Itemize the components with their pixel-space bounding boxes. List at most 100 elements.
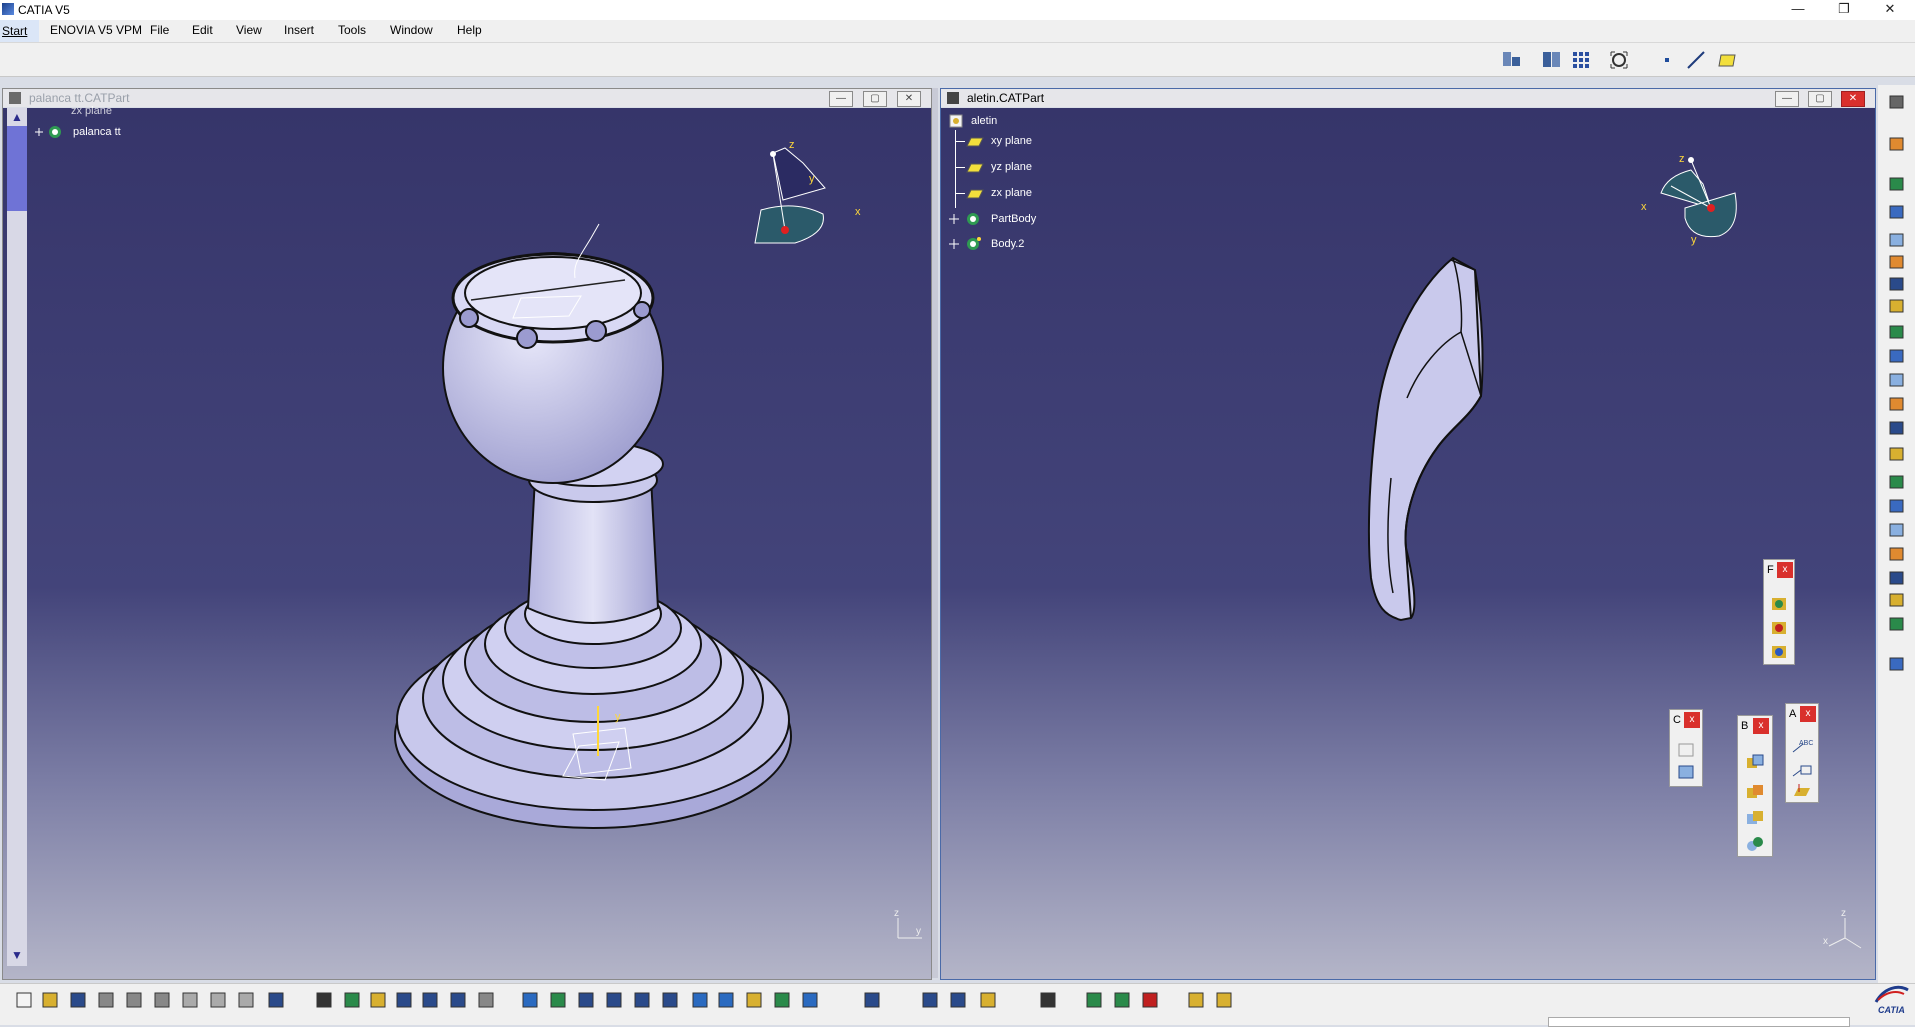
toolbar-c-close-button[interactable]: x (1684, 712, 1700, 728)
minimize-button[interactable]: — (1775, 0, 1821, 20)
left-compass[interactable]: z y x (743, 128, 863, 258)
paste-icon[interactable] (180, 990, 200, 1010)
menu-view[interactable]: View (236, 23, 262, 37)
floating-toolbar-f[interactable]: F x (1763, 559, 1795, 665)
stiffener-icon[interactable] (1887, 371, 1907, 389)
command-input[interactable] (1548, 1017, 1850, 1027)
restore-button[interactable]: ❐ (1821, 0, 1867, 20)
constraint-icon[interactable] (1675, 740, 1697, 760)
fit-all-in-icon[interactable] (1608, 49, 1632, 71)
draft-analysis-icon[interactable] (1112, 990, 1132, 1010)
sketcher-icon[interactable] (1887, 175, 1907, 193)
pocket-icon[interactable] (1887, 231, 1907, 249)
tree-scrollbar[interactable]: ▲ ▼ (7, 108, 27, 966)
remove-face-icon[interactable] (1887, 591, 1907, 609)
save-icon[interactable] (68, 990, 88, 1010)
draft-icon[interactable] (1887, 497, 1907, 515)
render-mode-icon[interactable] (1541, 49, 1565, 71)
removed-multi-section-icon[interactable] (1887, 419, 1907, 437)
graph-tree-icon[interactable] (420, 990, 440, 1010)
right-doc-close-button[interactable]: ✕ (1841, 91, 1865, 107)
sketch-analysis-icon[interactable] (1084, 990, 1104, 1010)
toolbar-a-close-button[interactable]: x (1800, 706, 1816, 722)
menu-help[interactable]: Help (457, 23, 482, 37)
apply-material-icon[interactable] (476, 990, 496, 1010)
menu-start[interactable]: Start (0, 20, 40, 42)
replace-face-icon[interactable] (1887, 615, 1907, 633)
print-icon[interactable] (96, 990, 116, 1010)
menu-insert[interactable]: Insert (284, 23, 314, 37)
pan-icon[interactable] (576, 990, 596, 1010)
undo-icon[interactable] (208, 990, 228, 1010)
left-doc-maximize-button[interactable]: ▢ (863, 91, 887, 107)
tree-item-zx-plane[interactable]: zx plane (991, 187, 1032, 199)
hole-icon[interactable] (1887, 297, 1907, 315)
fillet-icon[interactable] (1887, 445, 1907, 463)
zoom-in-icon[interactable] (632, 990, 652, 1010)
plane-icon[interactable] (1713, 51, 1737, 69)
line-icon[interactable] (1685, 49, 1707, 71)
copy-icon[interactable] (152, 990, 172, 1010)
floating-toolbar-b[interactable]: B x (1737, 715, 1773, 857)
point-icon[interactable] (1660, 53, 1674, 67)
right-doc-minimize-button[interactable]: — (1775, 91, 1799, 107)
measure-item-icon[interactable] (978, 990, 998, 1010)
tree-item-xy-plane[interactable]: xy plane (991, 135, 1032, 147)
select-arrow-icon[interactable] (1887, 135, 1907, 153)
assemble-icon[interactable] (1744, 782, 1766, 802)
grid-icon[interactable] (1570, 49, 1594, 71)
measure-between-icon[interactable] (948, 990, 968, 1010)
axis-system-icon[interactable] (920, 990, 940, 1010)
fit-all-icon[interactable] (548, 990, 568, 1010)
right-document-window[interactable]: aletin.CATPart — ▢ ✕ aletin xy plane yz … (940, 88, 1876, 980)
tree-item-zx-plane-partial[interactable]: zx plane (71, 105, 112, 117)
view-mode-icon[interactable] (1500, 49, 1524, 71)
redo-icon[interactable] (236, 990, 256, 1010)
zoom-out-icon[interactable] (660, 990, 680, 1010)
transform-icon[interactable] (1768, 594, 1790, 614)
menu-tools[interactable]: Tools (338, 23, 366, 37)
rotate-icon[interactable] (604, 990, 624, 1010)
settings-icon[interactable] (1887, 93, 1907, 111)
shell-icon[interactable] (1887, 521, 1907, 539)
render-style-icon[interactable] (744, 990, 764, 1010)
iso-view-icon[interactable] (716, 990, 736, 1010)
scroll-up-arrow-icon[interactable]: ▲ (11, 110, 23, 124)
constraint-box-icon[interactable] (1675, 762, 1697, 782)
left-document-window[interactable]: palanca tt.CATPart — ▢ ✕ ▲ ▼ zx plane pa… (2, 88, 932, 980)
open-icon[interactable] (40, 990, 60, 1010)
union-trim-icon[interactable] (1744, 834, 1766, 854)
plane-icon[interactable] (1214, 990, 1234, 1010)
menu-window[interactable]: Window (390, 23, 433, 37)
right-doc-maximize-button[interactable]: ▢ (1808, 91, 1832, 107)
floating-toolbar-a[interactable]: A x ABC (1785, 703, 1819, 803)
flag-note-icon[interactable] (1791, 760, 1813, 780)
multi-section-solid-icon[interactable] (1887, 395, 1907, 413)
aletin-part-model[interactable] (1291, 248, 1531, 668)
shaft-icon[interactable] (1887, 253, 1907, 271)
insert-body-icon[interactable] (1744, 752, 1766, 772)
update-icon[interactable] (862, 990, 882, 1010)
left-viewport[interactable]: ▲ ▼ zx plane palanca tt y z y x z y (3, 105, 931, 979)
knowledge-advisor-icon[interactable] (342, 990, 362, 1010)
tree-root-aletin[interactable]: aletin (971, 115, 997, 127)
thread-icon[interactable] (1887, 569, 1907, 587)
chamfer-icon[interactable] (1887, 473, 1907, 491)
fly-mode-icon[interactable] (520, 990, 540, 1010)
swap-space-icon[interactable] (800, 990, 820, 1010)
scaling-icon[interactable] (1768, 642, 1790, 662)
left-doc-minimize-button[interactable]: — (829, 91, 853, 107)
tree-item-yz-plane[interactable]: yz plane (991, 161, 1032, 173)
scroll-down-arrow-icon[interactable]: ▼ (11, 948, 23, 962)
close-button[interactable]: ✕ (1867, 0, 1913, 20)
tree-root-palanca[interactable]: palanca tt (73, 126, 121, 138)
table-icon[interactable] (394, 990, 414, 1010)
left-doc-close-button[interactable]: ✕ (897, 91, 921, 107)
intersect-icon[interactable] (1744, 808, 1766, 828)
menu-file[interactable]: File (150, 23, 169, 37)
scrollbar-thumb[interactable] (7, 126, 27, 211)
measure-icon[interactable] (368, 990, 388, 1010)
text-annotation-icon[interactable]: ABC (1791, 736, 1813, 756)
tree-item-partbody[interactable]: PartBody (991, 213, 1036, 225)
slot-icon[interactable] (1887, 347, 1907, 365)
